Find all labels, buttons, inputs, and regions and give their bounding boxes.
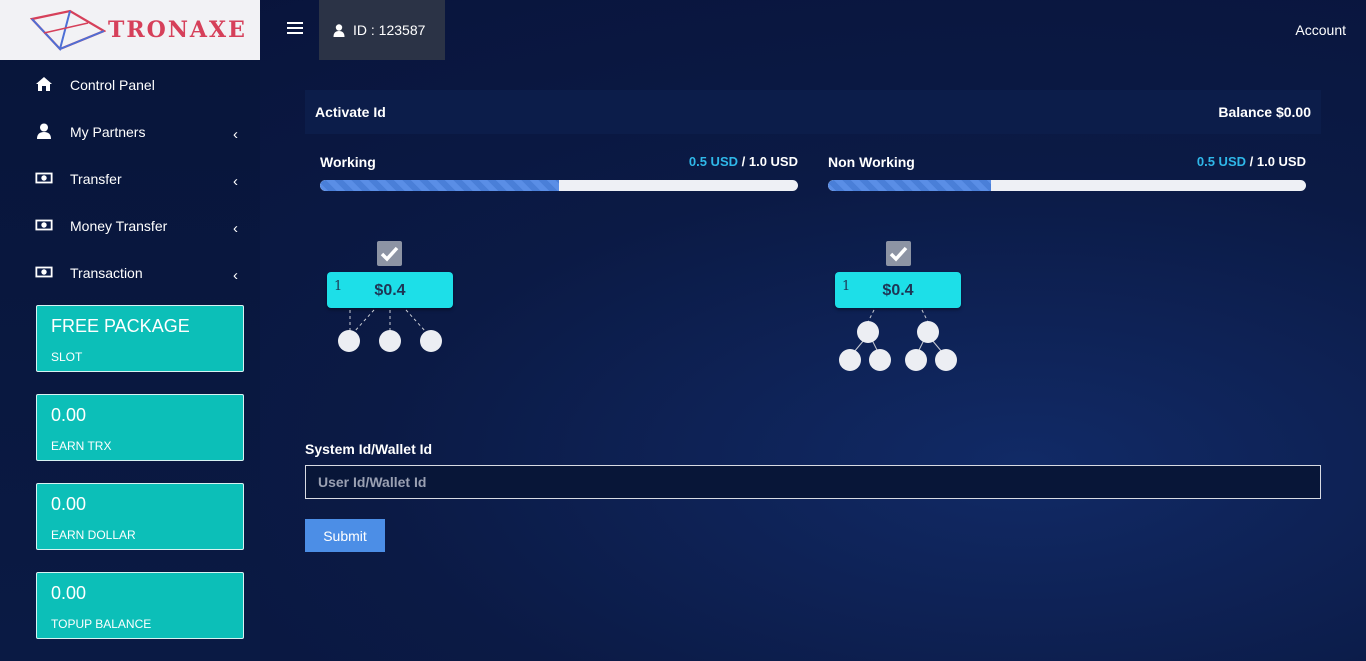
card-label: EARN DOLLAR	[51, 528, 136, 542]
money-icon	[35, 172, 53, 184]
chevron-left-icon: ‹	[233, 267, 238, 284]
activate-id-header: Activate Id Balance $0.00	[305, 90, 1321, 134]
working-values: 0.5 USD / 1.0 USD	[689, 154, 798, 169]
grandchild-node-empty	[839, 349, 861, 371]
card-value: 0.00	[51, 494, 87, 514]
working-total: 1.0 USD	[748, 154, 798, 169]
non-working-current: 0.5 USD	[1196, 154, 1247, 169]
non-working-label: Non Working	[828, 154, 915, 170]
chevron-left-icon: ‹	[233, 126, 238, 143]
sidebar-item-transaction[interactable]: Transaction ‹	[0, 250, 260, 297]
child-node-empty	[917, 321, 939, 343]
grandchild-node-empty	[905, 349, 927, 371]
working-node[interactable]: 1 $0.4	[327, 272, 453, 308]
user-id-text: ID : 123587	[353, 22, 426, 38]
card-label: TOPUP BALANCE	[51, 617, 152, 631]
chevron-left-icon: ‹	[233, 173, 238, 190]
sidebar: TRONAXE Control Panel My Partners ‹ Tran…	[0, 0, 260, 661]
node-amount: $0.4	[882, 282, 914, 299]
sidebar-item-label: My Partners	[70, 124, 146, 140]
hamburger-menu-icon[interactable]	[287, 22, 303, 36]
working-progress-fill	[320, 180, 559, 191]
sidebar-item-money-transfer[interactable]: Money Transfer ‹	[0, 203, 260, 250]
child-node-empty	[338, 330, 360, 352]
working-progress-bar	[320, 180, 798, 191]
card-label: SLOT	[51, 350, 83, 364]
child-node-empty	[857, 321, 879, 343]
balance-display: Balance $0.00	[1218, 104, 1311, 120]
check-icon	[886, 241, 911, 266]
brand-name: TRONAXE	[108, 17, 247, 43]
home-icon	[36, 77, 52, 91]
sidebar-menu: Control Panel My Partners ‹ Transfer ‹ M…	[0, 62, 260, 297]
sidebar-item-my-partners[interactable]: My Partners ‹	[0, 109, 260, 156]
non-working-progress-fill	[828, 180, 991, 191]
page-title: Activate Id	[315, 104, 386, 120]
grandchild-node-empty	[869, 349, 891, 371]
sidebar-item-transfer[interactable]: Transfer ‹	[0, 156, 260, 203]
submit-button[interactable]: Submit	[305, 519, 385, 552]
wallet-id-input[interactable]	[305, 465, 1321, 499]
money-icon	[35, 266, 53, 278]
money-icon	[35, 219, 53, 231]
node-amount: $0.4	[374, 282, 406, 299]
sidebar-item-label: Transfer	[70, 171, 122, 187]
user-icon	[333, 23, 345, 37]
logo-mark-icon	[30, 9, 106, 51]
earn-trx-card: 0.00 EARN TRX	[36, 394, 244, 461]
sidebar-item-label: Money Transfer	[70, 218, 168, 234]
brand-logo[interactable]: TRONAXE	[0, 0, 260, 60]
topup-balance-card: 0.00 TOPUP BALANCE	[36, 572, 244, 639]
non-working-separator: /	[1246, 154, 1257, 169]
earn-dollar-card: 0.00 EARN DOLLAR	[36, 483, 244, 550]
user-id-display: ID : 123587	[319, 0, 445, 60]
non-working-values: 0.5 USD / 1.0 USD	[1197, 154, 1306, 169]
non-working-progress-bar	[828, 180, 1306, 191]
sidebar-item-label: Transaction	[70, 265, 143, 281]
account-link[interactable]: Account	[1295, 22, 1346, 38]
card-label: EARN TRX	[51, 439, 112, 453]
child-node-empty	[379, 330, 401, 352]
wallet-id-label: System Id/Wallet Id	[305, 441, 433, 457]
grandchild-node-empty	[935, 349, 957, 371]
sidebar-item-label: Control Panel	[70, 77, 155, 93]
working-tree-children	[338, 309, 442, 352]
sidebar-item-control-panel[interactable]: Control Panel	[0, 62, 260, 109]
card-value: FREE PACKAGE	[51, 316, 190, 336]
working-label: Working	[320, 154, 376, 170]
card-value: 0.00	[51, 583, 87, 603]
user-icon	[37, 123, 51, 139]
non-working-node[interactable]: 1 $0.4	[835, 272, 961, 308]
card-value: 0.00	[51, 405, 87, 425]
working-separator: /	[738, 154, 749, 169]
package-card: FREE PACKAGE SLOT	[36, 305, 244, 372]
working-current: 0.5 USD	[688, 154, 739, 169]
check-icon	[377, 241, 402, 266]
non-working-total: 1.0 USD	[1256, 154, 1306, 169]
child-node-empty	[420, 330, 442, 352]
non-working-tree-children	[839, 309, 957, 371]
chevron-left-icon: ‹	[233, 220, 238, 237]
